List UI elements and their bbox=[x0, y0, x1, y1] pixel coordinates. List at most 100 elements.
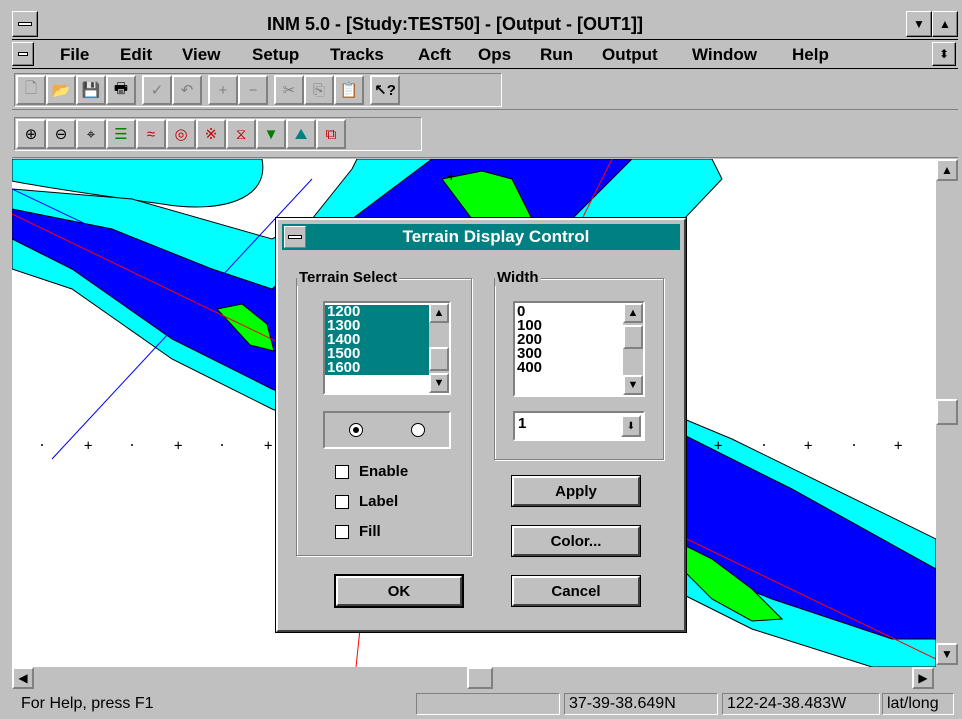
menu-bar: File Edit View Setup Tracks Acft Ops Run… bbox=[12, 41, 958, 69]
width-group: Width 0 100 200 300 400 ▲ ▼ 1 ⬇ bbox=[494, 269, 664, 460]
scroll-down-icon[interactable]: ▼ bbox=[623, 375, 643, 395]
doc-restore-button[interactable]: ⬍ bbox=[932, 42, 956, 66]
menu-help[interactable]: Help bbox=[792, 45, 829, 65]
enable-label: Enable bbox=[359, 463, 409, 480]
toolbar-standard: 🗋 📂 💾 🖶 ✓ ↶ + − ✂ ⎘ 📋 ↖? bbox=[12, 70, 958, 110]
svg-text:+: + bbox=[804, 438, 812, 454]
dialog-system-menu-button[interactable] bbox=[284, 226, 306, 248]
label-checkbox[interactable] bbox=[335, 495, 349, 509]
center-icon[interactable]: ⌖ bbox=[76, 119, 106, 149]
apply-button[interactable]: Apply bbox=[511, 475, 641, 507]
menu-setup[interactable]: Setup bbox=[252, 45, 299, 65]
toolbar-map: ⊕ ⊖ ⌖ ☰ ≈ ◎ ※ ⧖ ▼ ⛰ ⧉ bbox=[12, 114, 958, 158]
locations-icon[interactable]: ▼ bbox=[256, 119, 286, 149]
terrain-select-list[interactable]: 1200 1300 1400 1500 1600 ▲ ▼ bbox=[323, 301, 451, 395]
vertical-scroll-thumb[interactable] bbox=[936, 399, 958, 425]
radio-group bbox=[323, 411, 451, 449]
width-combo-value: 1 bbox=[518, 415, 527, 432]
menu-acft[interactable]: Acft bbox=[418, 45, 451, 65]
menu-tracks[interactable]: Tracks bbox=[330, 45, 384, 65]
scroll-up-icon[interactable]: ▲ bbox=[429, 303, 449, 323]
add-icon[interactable]: + bbox=[208, 75, 238, 105]
dialog-title: Terrain Display Control bbox=[402, 227, 590, 246]
scroll-left-button[interactable]: ◀ bbox=[12, 667, 34, 689]
status-bar: For Help, press F1 37-39-38.649N 122-24-… bbox=[12, 691, 958, 717]
context-help-icon[interactable]: ↖? bbox=[370, 75, 400, 105]
ok-button[interactable]: OK bbox=[334, 574, 464, 608]
status-coord-mode: lat/long bbox=[882, 693, 954, 715]
svg-text:+: + bbox=[264, 438, 272, 454]
svg-text:+: + bbox=[714, 438, 722, 454]
open-folder-icon[interactable]: 📂 bbox=[46, 75, 76, 105]
status-help-text: For Help, press F1 bbox=[21, 695, 154, 712]
menu-ops[interactable]: Ops bbox=[478, 45, 511, 65]
zoom-in-icon[interactable]: ⊕ bbox=[16, 119, 46, 149]
menu-view[interactable]: View bbox=[182, 45, 220, 65]
save-disk-icon[interactable]: 💾 bbox=[76, 75, 106, 105]
menu-run[interactable]: Run bbox=[540, 45, 573, 65]
status-longitude: 122-24-38.483W bbox=[722, 693, 880, 715]
horizontal-scrollbar[interactable]: ◀ ▶ bbox=[12, 667, 936, 689]
terrain-list-thumb[interactable] bbox=[429, 347, 449, 371]
width-combo[interactable]: 1 ⬇ bbox=[513, 411, 645, 441]
svg-text:+: + bbox=[84, 438, 92, 454]
layers-icon[interactable]: ☰ bbox=[106, 119, 136, 149]
terrain-icon[interactable]: ⛰ bbox=[286, 119, 316, 149]
radio-option-left[interactable] bbox=[349, 423, 363, 437]
menu-window[interactable]: Window bbox=[692, 45, 757, 65]
status-latitude: 37-39-38.649N bbox=[564, 693, 718, 715]
scroll-corner bbox=[936, 667, 958, 689]
svg-text:+: + bbox=[894, 438, 902, 454]
terrain-list-scrollbar[interactable]: ▲ ▼ bbox=[429, 303, 449, 393]
vertical-scrollbar[interactable]: ▲ ▼ bbox=[936, 159, 958, 667]
copy-icon[interactable]: ⎘ bbox=[304, 75, 334, 105]
scroll-down-icon[interactable]: ▼ bbox=[429, 373, 449, 393]
new-file-icon[interactable]: 🗋 bbox=[16, 75, 46, 105]
dialog-title-bar: Terrain Display Control bbox=[282, 224, 680, 250]
minimize-button[interactable]: ▼ bbox=[906, 11, 932, 37]
remove-icon[interactable]: − bbox=[238, 75, 268, 105]
print-icon[interactable]: 🖶 bbox=[106, 75, 136, 105]
menu-output[interactable]: Output bbox=[602, 45, 658, 65]
cut-icon[interactable]: ✂ bbox=[274, 75, 304, 105]
terrain-display-dialog: Terrain Display Control Terrain Select 1… bbox=[275, 217, 687, 633]
radio-option-right[interactable] bbox=[411, 423, 425, 437]
terrain-select-label: Terrain Select bbox=[297, 269, 400, 286]
runway-icon[interactable]: ⧖ bbox=[226, 119, 256, 149]
maximize-button[interactable]: ▲ bbox=[932, 11, 958, 37]
app-window: INM 5.0 - [Study:TEST50] - [Output - [OU… bbox=[0, 0, 962, 719]
scroll-up-button[interactable]: ▲ bbox=[936, 159, 958, 181]
width-list[interactable]: 0 100 200 300 400 ▲ ▼ bbox=[513, 301, 645, 397]
title-bar: INM 5.0 - [Study:TEST50] - [Output - [OU… bbox=[12, 10, 958, 40]
window-title: INM 5.0 - [Study:TEST50] - [Output - [OU… bbox=[267, 14, 643, 34]
combo-dropdown-icon[interactable]: ⬇ bbox=[621, 415, 641, 437]
undo-icon[interactable]: ↶ bbox=[172, 75, 202, 105]
color-button[interactable]: Color... bbox=[511, 525, 641, 557]
paste-icon[interactable]: 📋 bbox=[334, 75, 364, 105]
menu-edit[interactable]: Edit bbox=[120, 45, 152, 65]
doc-system-menu-button[interactable] bbox=[12, 42, 34, 66]
scroll-up-icon[interactable]: ▲ bbox=[623, 303, 643, 323]
scroll-right-button[interactable]: ▶ bbox=[912, 667, 934, 689]
overlay-icon[interactable]: ⧉ bbox=[316, 119, 346, 149]
check-icon[interactable]: ✓ bbox=[142, 75, 172, 105]
status-empty-panel bbox=[416, 693, 560, 715]
fill-label: Fill bbox=[359, 523, 381, 540]
svg-text:+: + bbox=[447, 169, 455, 185]
enable-checkbox[interactable] bbox=[335, 465, 349, 479]
width-list-thumb[interactable] bbox=[623, 325, 643, 349]
width-list-scrollbar[interactable]: ▲ ▼ bbox=[623, 303, 643, 395]
scroll-down-button[interactable]: ▼ bbox=[936, 643, 958, 665]
menu-file[interactable]: File bbox=[60, 45, 89, 65]
svg-text:+: + bbox=[174, 438, 182, 454]
cancel-button[interactable]: Cancel bbox=[511, 575, 641, 607]
zoom-out-icon[interactable]: ⊖ bbox=[46, 119, 76, 149]
terrain-select-group: Terrain Select 1200 1300 1400 1500 1600 … bbox=[296, 269, 472, 556]
label-label: Label bbox=[359, 493, 399, 510]
grid-points-icon[interactable]: ※ bbox=[196, 119, 226, 149]
tracks-icon[interactable]: ≈ bbox=[136, 119, 166, 149]
contour-icon[interactable]: ◎ bbox=[166, 119, 196, 149]
width-label: Width bbox=[495, 269, 541, 286]
fill-checkbox[interactable] bbox=[335, 525, 349, 539]
horizontal-scroll-thumb[interactable] bbox=[467, 667, 493, 689]
